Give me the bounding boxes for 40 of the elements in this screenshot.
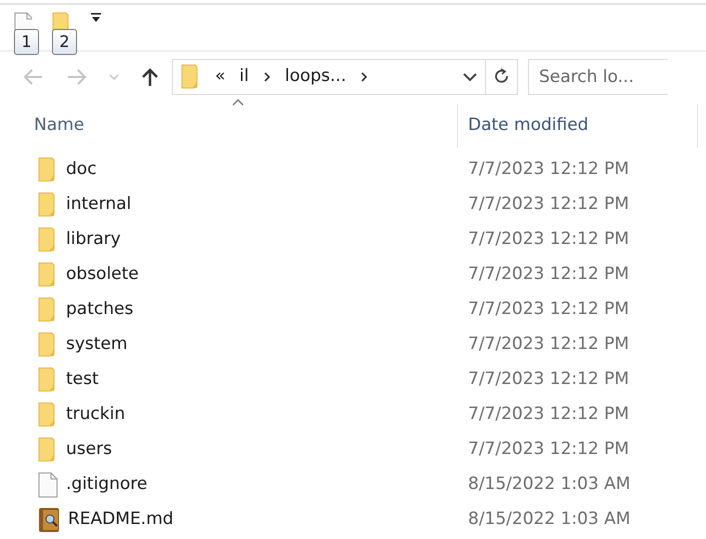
dropdown-icon[interactable] [463, 72, 477, 82]
date-modified: 7/7/2023 12:12 PM [467, 262, 630, 286]
up-icon [140, 67, 160, 87]
file-name[interactable]: test [66, 366, 99, 392]
breadcrumb[interactable]: loops... [284, 64, 346, 90]
chevron-icon[interactable] [360, 71, 368, 83]
book-icon [38, 506, 60, 532]
date-modified: 8/15/2022 1:03 AM [467, 508, 630, 531]
file-name[interactable]: .gitignore [66, 472, 148, 498]
file-name[interactable]: system [66, 332, 128, 358]
date-modified: 7/7/2023 12:12 PM [467, 228, 630, 251]
search-field[interactable]: Search lo... [528, 59, 668, 95]
date-modified: 7/7/2023 12:12 PM [467, 158, 630, 181]
address-bar[interactable]: « il loops... [172, 59, 518, 95]
date-modified: 7/7/2023 12:12 PM [467, 332, 630, 356]
keytip: 1 [14, 29, 39, 55]
date-modified: 8/15/2022 1:03 AM [467, 472, 630, 496]
file-icon [38, 472, 58, 498]
file-name[interactable]: doc [66, 156, 97, 182]
date-modified: 7/7/2023 12:12 PM [467, 438, 630, 461]
recent-icon [108, 74, 120, 80]
column-header[interactable]: Name [24, 104, 94, 148]
file-name[interactable]: obsolete [66, 262, 139, 288]
file-name[interactable]: users [66, 436, 112, 462]
overflow-chevron[interactable]: « [215, 64, 226, 90]
date-modified: 7/7/2023 12:12 PM [467, 298, 630, 321]
file-name[interactable]: truckin [66, 402, 126, 428]
keytip: 2 [52, 29, 77, 55]
file-name[interactable]: internal [66, 192, 132, 218]
date-modified: 7/7/2023 12:12 PM [467, 192, 630, 216]
up-button[interactable] [140, 67, 160, 87]
file-name[interactable]: README.md [68, 506, 174, 532]
file-name[interactable]: library [66, 226, 121, 252]
date-modified: 7/7/2023 12:12 PM [467, 368, 630, 391]
chevron-icon[interactable] [262, 71, 271, 83]
forward-icon [66, 67, 88, 87]
date-modified: 7/7/2023 12:12 PM [467, 402, 630, 426]
back-icon [22, 67, 44, 87]
breadcrumb[interactable]: il [239, 64, 249, 90]
file-name[interactable]: patches [66, 296, 134, 322]
